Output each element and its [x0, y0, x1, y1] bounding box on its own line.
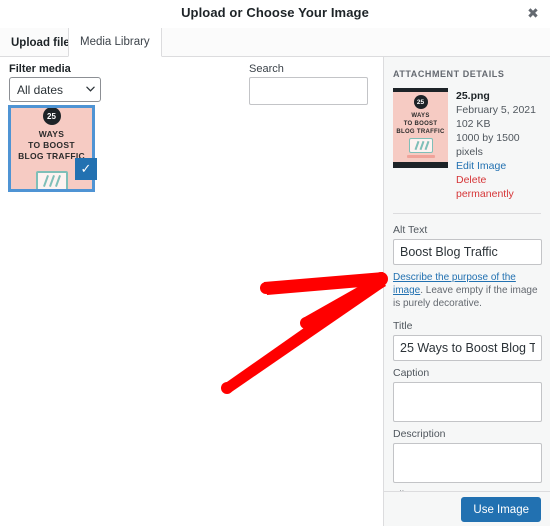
- caption-textarea[interactable]: [393, 382, 542, 422]
- check-icon[interactable]: ✓: [75, 158, 97, 180]
- attachment-dimensions: 1000 by 1500 pixels: [456, 132, 520, 158]
- preview-line-3: BLOG TRAFFIC: [396, 129, 445, 135]
- attachment-summary: 25 WAYS TO BOOST BLOG TRAFFIC 25.png Feb…: [393, 88, 541, 201]
- attachment-meta: 25.png February 5, 2021 102 KB 1000 by 1…: [456, 88, 541, 201]
- search-label: Search: [249, 63, 284, 75]
- filter-dates-select[interactable]: All dates: [9, 77, 101, 102]
- attachment-details-heading: ATTACHMENT DETAILS: [393, 69, 505, 79]
- tab-bar: Upload files Media Library: [0, 28, 550, 57]
- description-label: Description: [393, 428, 446, 440]
- artwork-number-badge: 25: [42, 108, 61, 125]
- preview-text: WAYS TO BOOST BLOG TRAFFIC: [393, 112, 448, 136]
- search-input[interactable]: [249, 77, 368, 105]
- attachment-preview-thumbnail[interactable]: 25 WAYS TO BOOST BLOG TRAFFIC: [393, 88, 448, 168]
- details-divider: [393, 213, 541, 214]
- alt-text-input[interactable]: [393, 239, 542, 265]
- artwork-line-2: TO BOOST: [28, 140, 75, 150]
- alt-text-help: Describe the purpose of the image. Leave…: [393, 271, 541, 310]
- use-image-button[interactable]: Use Image: [461, 497, 541, 522]
- delete-permanently-link[interactable]: Delete permanently: [456, 173, 541, 201]
- title-label: Title: [393, 320, 413, 332]
- modal-footer: Use Image: [383, 491, 550, 526]
- filter-dates-value: All dates: [17, 82, 64, 97]
- caption-label: Caption: [393, 367, 430, 379]
- preview-top-bar: [393, 88, 448, 92]
- alt-text-label: Alt Text: [393, 224, 428, 236]
- attachment-filename: 25.png: [456, 90, 490, 102]
- attachment-filesize: 102 KB: [456, 118, 491, 130]
- preview-footer-bar: [393, 162, 448, 168]
- media-library-pane: Filter media All dates Search 25 WAYS TO…: [0, 57, 383, 526]
- chevron-down-icon: [86, 86, 95, 94]
- laptop-icon: [33, 171, 71, 189]
- artwork-line-1: WAYS: [38, 129, 65, 139]
- close-icon[interactable]: ✖: [522, 3, 544, 25]
- preview-laptop-icon: [406, 138, 435, 158]
- attachment-date: February 5, 2021: [456, 104, 536, 116]
- preview-line-2: TO BOOST: [403, 121, 438, 127]
- filter-media-label: Filter media: [9, 63, 71, 75]
- attachment-details-panel: ATTACHMENT DETAILS 25 WAYS TO BOOST BLOG…: [383, 57, 550, 491]
- page-title: Upload or Choose Your Image: [181, 5, 369, 20]
- title-input[interactable]: [393, 335, 542, 361]
- preview-number-badge: 25: [413, 95, 428, 109]
- preview-line-1: WAYS: [411, 113, 430, 119]
- description-textarea[interactable]: [393, 443, 542, 483]
- tab-media-library[interactable]: Media Library: [68, 28, 162, 57]
- edit-image-link[interactable]: Edit Image: [456, 159, 541, 173]
- modal-header: Upload or Choose Your Image ✖: [0, 0, 550, 28]
